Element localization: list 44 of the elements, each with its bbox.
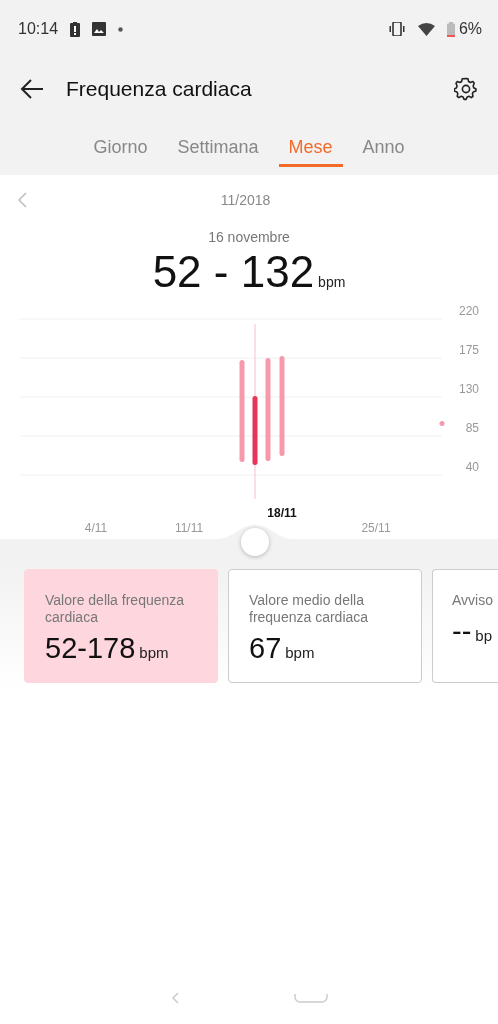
- battery-percentage: 6%: [458, 20, 482, 38]
- wifi-icon: [417, 22, 435, 36]
- tab[interactable]: Settimana: [167, 134, 269, 167]
- axis-label: 220: [458, 304, 479, 318]
- slider-thumb[interactable]: [241, 528, 269, 556]
- image-icon: [92, 22, 107, 36]
- back-arrow-icon[interactable]: [20, 79, 44, 99]
- card-label: Avviso: [452, 592, 494, 609]
- card-value: 52-178: [45, 632, 136, 664]
- stat-card[interactable]: Valore medio della frequenza cardiaca 67 bpm: [228, 569, 422, 683]
- card-value: 67: [249, 632, 282, 664]
- axis-label: 40: [465, 460, 479, 474]
- unit-label: bp: [475, 627, 492, 644]
- vibrate-icon: [387, 22, 406, 36]
- stat-card[interactable]: Valore della frequenza cardiaca 52-178 bpm: [24, 569, 218, 683]
- axis-label: 25/11: [361, 521, 391, 535]
- screen-title: Frequenza cardiaca: [66, 77, 253, 101]
- axis-label: 11/11: [174, 521, 204, 535]
- dot-icon: [118, 26, 124, 32]
- previous-chevron-icon[interactable]: [18, 192, 27, 208]
- unit-label: bpm: [285, 644, 315, 661]
- unit-label: bpm: [139, 644, 169, 661]
- month-label: 11/2018: [219, 192, 272, 208]
- tab[interactable]: Mese: [278, 134, 343, 167]
- tab[interactable]: Giorno: [83, 134, 158, 167]
- axis-label: 130: [458, 382, 479, 396]
- heart-rate-range: 52 - 132: [152, 247, 315, 297]
- home-pill-icon[interactable]: [293, 993, 328, 1003]
- battery-alert-icon: [70, 21, 81, 37]
- cursor-date-label: 18/11: [267, 506, 297, 520]
- axis-label: 4/11: [84, 521, 108, 535]
- card-label: Valore medio della frequenza cardiaca: [249, 592, 370, 626]
- stat-card[interactable]: Avviso --bp: [432, 569, 498, 683]
- battery-icon: [446, 21, 455, 37]
- axis-label: 85: [465, 421, 479, 435]
- card-value: --: [452, 615, 472, 647]
- back-nav-icon[interactable]: [170, 992, 179, 1004]
- selected-date: 16 novembre: [207, 229, 291, 245]
- card-label: Valore della frequenza cardiaca: [45, 592, 186, 626]
- unit-label: bpm: [318, 274, 346, 290]
- axis-label: 175: [458, 343, 479, 357]
- tab[interactable]: Anno: [352, 134, 415, 167]
- status-time: 10:14: [18, 20, 59, 38]
- settings-icon[interactable]: [454, 77, 478, 101]
